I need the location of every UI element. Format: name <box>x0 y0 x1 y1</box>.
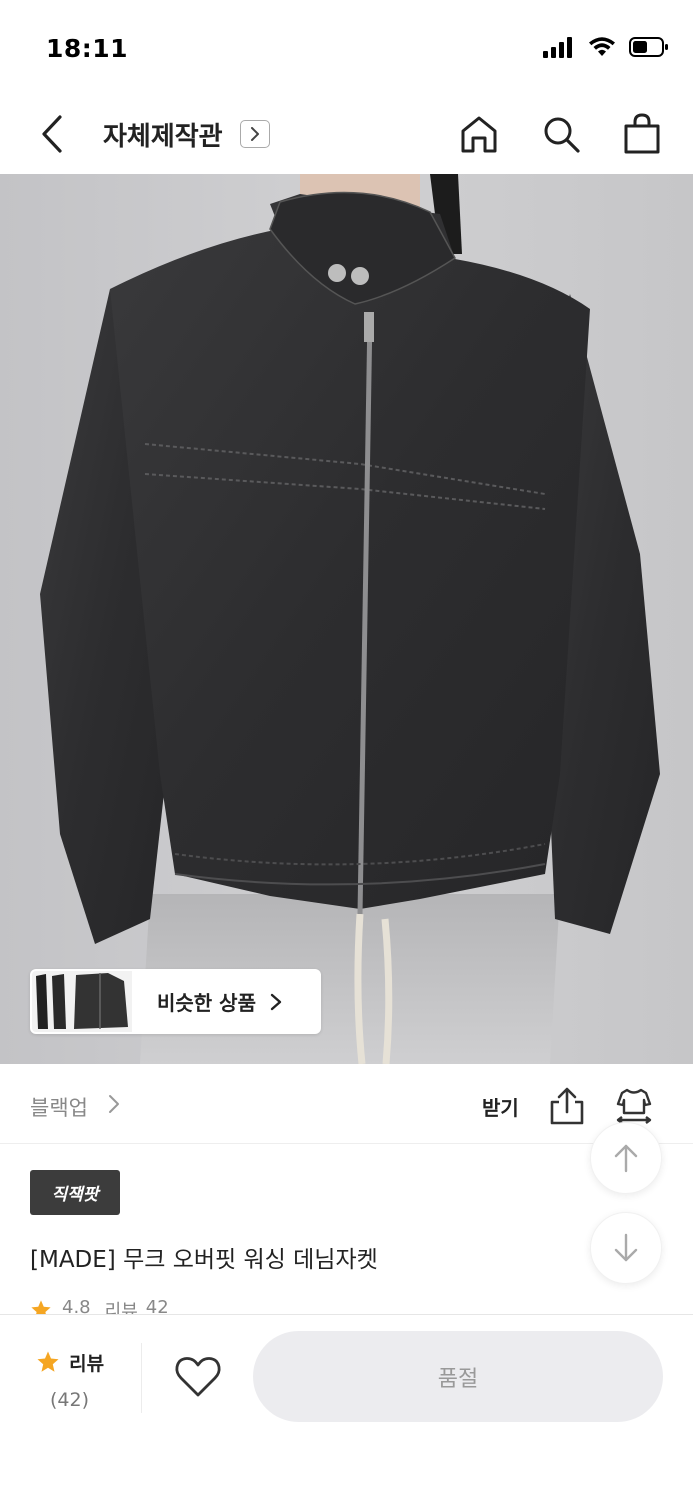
brand-row: 블랙업 받기 <box>0 1064 693 1144</box>
chevron-right-icon <box>270 993 282 1010</box>
status-icons <box>543 36 669 58</box>
wifi-icon <box>589 37 615 56</box>
chevron-right-icon <box>109 1095 119 1113</box>
share-icon <box>550 1087 584 1125</box>
scroll-up-button[interactable] <box>590 1122 662 1194</box>
back-button[interactable] <box>30 110 74 158</box>
bottom-bar: 리뷰 (42) 품절 <box>0 1314 693 1500</box>
brand-name[interactable]: 블랙업 <box>30 1092 88 1122</box>
review-label: 리뷰 <box>69 1353 105 1375</box>
home-button[interactable] <box>455 110 503 158</box>
soldout-button[interactable]: 품절 <box>253 1331 663 1422</box>
store-title[interactable]: 자체제작관 <box>103 116 223 153</box>
heart-icon <box>175 1357 221 1397</box>
fit-icon <box>616 1088 652 1124</box>
chevron-right-icon <box>251 127 259 141</box>
status-time: 18:11 <box>46 34 129 63</box>
cart-button[interactable] <box>618 110 666 158</box>
product-name: [MADE] 무크 오버핏 워싱 데님자켓 <box>30 1247 378 1273</box>
scroll-down-button[interactable] <box>590 1212 662 1284</box>
review-count: (42) <box>50 1389 90 1411</box>
similar-thumbnail <box>32 971 132 1032</box>
arrow-up-icon <box>614 1144 638 1173</box>
arrow-down-icon <box>614 1233 638 1262</box>
store-link-button[interactable] <box>240 120 270 148</box>
share-button[interactable] <box>548 1086 586 1126</box>
home-icon <box>461 116 497 153</box>
header: 자체제작관 <box>0 96 693 174</box>
divider <box>141 1343 142 1413</box>
similar-thumbnail-image <box>32 971 132 1032</box>
shopping-bag-icon <box>624 113 660 154</box>
back-icon <box>42 115 62 153</box>
product-image[interactable] <box>0 174 693 1064</box>
promo-badge: 직잭팟 <box>30 1170 120 1215</box>
similar-products-label: 비슷한 상품 <box>157 991 256 1015</box>
fit-compare-button[interactable] <box>614 1086 654 1126</box>
star-icon <box>37 1351 59 1372</box>
review-summary-button[interactable]: 리뷰 (42) <box>36 1349 126 1411</box>
jacket-photo <box>0 174 693 1064</box>
search-icon <box>544 117 580 153</box>
search-button[interactable] <box>537 110 585 158</box>
signal-icon <box>543 37 572 58</box>
similar-products-button[interactable]: 비슷한 상품 <box>30 969 321 1034</box>
wishlist-button[interactable] <box>174 1355 222 1399</box>
status-bar: 18:11 <box>0 0 693 96</box>
battery-icon <box>629 37 668 57</box>
coupon-download-button[interactable]: 받기 <box>482 1092 519 1121</box>
